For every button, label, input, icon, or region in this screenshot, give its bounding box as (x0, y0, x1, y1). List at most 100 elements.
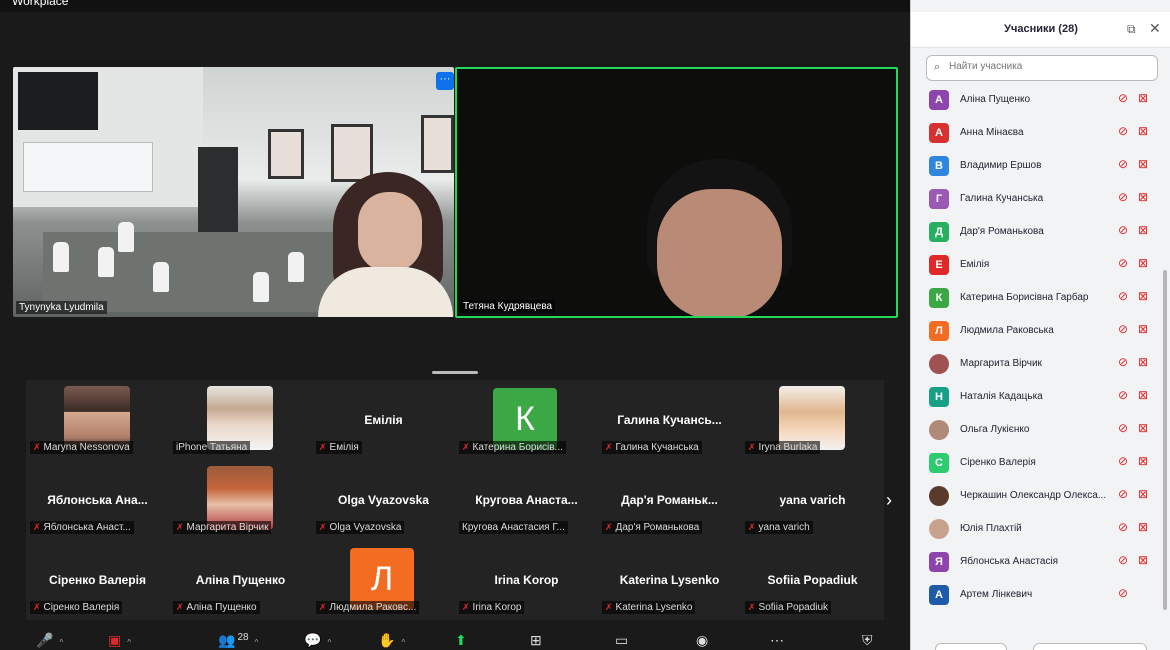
camera-off-icon: ⊠ (1138, 520, 1149, 534)
search-input[interactable] (949, 61, 1149, 72)
chevron-up-icon[interactable]: ^ (327, 638, 331, 647)
pop-out-icon[interactable]: ⧉ (1127, 22, 1141, 36)
participant-display-name: Irina Korop (494, 573, 559, 587)
gallery-tile[interactable]: Кругова Анаста... Кругова Анастасия Г... (455, 460, 598, 540)
participant-name-label: ✗ Людмила Раковс... (316, 601, 420, 614)
camera-off-icon: ⊠ (1138, 124, 1149, 138)
more-button[interactable]: ⋯ (770, 632, 784, 649)
gallery-tile[interactable]: Сіренко Валерія ✗ Сіренко Валерія (26, 540, 169, 620)
participant-name: Ольга Лукієнко (960, 424, 1030, 435)
gallery-tile[interactable]: ✗ Маргарита Вірчик (169, 460, 312, 540)
chevron-up-icon[interactable]: ^ (255, 638, 259, 647)
participant-row[interactable]: С Сіренко Валерія ⊘ ⊠ (911, 448, 1163, 481)
apps-button[interactable]: ⊞ (530, 632, 542, 649)
microscope (153, 262, 169, 292)
whiteboard-button[interactable]: ▭ (615, 632, 628, 649)
chevron-up-icon[interactable]: ^ (401, 638, 405, 647)
gallery-tile[interactable]: Л ✗ Людмила Раковс... (312, 540, 455, 620)
participant-name-text: Кругова Анастасия Г... (462, 522, 565, 533)
participant-row[interactable]: Н Наталія Кадацька ⊘ ⊠ (911, 382, 1163, 415)
participant-avatar: А (929, 123, 949, 143)
scrollbar[interactable] (1163, 270, 1167, 610)
participant-name-label: ✗ Sofiia Popadiuk (745, 601, 832, 614)
camera-off-icon: ⊠ (1138, 190, 1149, 204)
participant-name: Яблонська Анастасія (960, 556, 1059, 567)
mute-button[interactable]: 🎤 ^ (36, 632, 63, 649)
resize-handle[interactable] (432, 371, 478, 374)
microphone-off-icon: ✗ (462, 602, 470, 612)
participant-row[interactable]: Г Галина Кучанська ⊘ ⊠ (911, 184, 1163, 217)
gallery-next-page-icon[interactable]: › (886, 490, 892, 511)
start-video-button[interactable]: ▣ ^ (108, 632, 131, 649)
gallery-tile[interactable]: Аліна Пущенко ✗ Аліна Пущенко (169, 540, 312, 620)
participant-row[interactable]: А Анна Мінаєва ⊘ ⊠ (911, 118, 1163, 151)
participant-name: Сіренко Валерія (960, 457, 1036, 468)
door (198, 147, 238, 237)
video-options-button[interactable]: ··· (436, 72, 454, 90)
mute-all-button[interactable] (1033, 643, 1147, 650)
participant-display-name: Sofiia Popadiuk (767, 573, 858, 587)
gallery-tile[interactable]: iPhone Татьяна (169, 380, 312, 460)
microphone-off-icon: ⊘ (1118, 289, 1129, 303)
chevron-up-icon[interactable]: ^ (127, 638, 131, 647)
gallery-tile[interactable]: Sofiia Popadiuk ✗ Sofiia Popadiuk (741, 540, 884, 620)
chat-button[interactable]: 💬 ^ (304, 632, 331, 649)
video-tile-active-speaker[interactable]: Тетяна Кудрявцева (455, 67, 898, 318)
participant-row[interactable]: В Владимир Ершов ⊘ ⊠ (911, 151, 1163, 184)
video-tile-classroom[interactable]: Tynynyka Lyudmila (13, 67, 454, 317)
gallery-tile[interactable]: ✗ Maryna Nessonova (26, 380, 169, 460)
participant-name: Наталія Кадацька (960, 391, 1043, 402)
gallery-tile[interactable]: Дар'я Романьк... ✗ Дар'я Романькова (598, 460, 741, 540)
participant-row[interactable]: А Аліна Пущенко ⊘ ⊠ (911, 85, 1163, 118)
search-box[interactable]: ⌕ (926, 55, 1158, 81)
gallery-tile[interactable]: Irina Korop ✗ Irina Korop (455, 540, 598, 620)
microphone-off-icon: ⊘ (1118, 157, 1129, 171)
participant-avatar: В (929, 156, 949, 176)
more-icon: ⋯ (770, 632, 784, 648)
invite-button[interactable] (935, 643, 1007, 650)
gallery-tile[interactable]: ✗ Iryna Burlaka (741, 380, 884, 460)
participant-row[interactable]: Юлія Плахтій ⊘ ⊠ (911, 514, 1163, 547)
gallery-tile[interactable]: Katerina Lysenko ✗ Katerina Lysenko (598, 540, 741, 620)
camera-off-icon: ⊠ (1138, 355, 1149, 369)
participant-name-label: Кругова Анастасия Г... (459, 521, 568, 534)
microscope (98, 247, 114, 277)
wall-tv (18, 72, 98, 130)
gallery-tile[interactable]: Галина Кучансь... ✗ Галина Кучанська (598, 380, 741, 460)
participant-name-label: ✗ Катерина Борисів... (459, 441, 566, 454)
participant-row[interactable]: А Артем Лінкевич ⊘ (911, 580, 1163, 613)
participants-button[interactable]: 👥 28 ^ (218, 632, 258, 649)
participant-row[interactable]: Д Дар'я Романькова ⊘ ⊠ (911, 217, 1163, 250)
gallery-tile[interactable]: Olga Vyazovska ✗ Olga Vyazovska (312, 460, 455, 540)
participant-name: Артем Лінкевич (960, 589, 1033, 600)
security-button[interactable]: ⛨ (862, 632, 873, 649)
gallery-tile[interactable]: yana varich ✗ yana varich (741, 460, 884, 540)
microphone-off-icon: ✗ (33, 602, 41, 612)
participant-row[interactable]: Л Людмила Раковська ⊘ ⊠ (911, 316, 1163, 349)
participant-name-label: ✗ Irina Korop (459, 601, 525, 614)
record-button[interactable]: ◉ (696, 632, 708, 649)
reactions-button[interactable]: ✋ ^ (378, 632, 405, 649)
share-screen-button[interactable]: ⬆ (455, 632, 467, 649)
participant-row[interactable]: К Катерина Борисівна Гарбар ⊘ ⊠ (911, 283, 1163, 316)
participant-row[interactable]: Ольга Лукієнко ⊘ ⊠ (911, 415, 1163, 448)
microphone-off-icon: ⊘ (1118, 421, 1129, 435)
participant-avatar: Е (929, 255, 949, 275)
gallery-tile[interactable]: К ✗ Катерина Борисів... (455, 380, 598, 460)
participant-row[interactable]: Я Яблонська Анастасія ⊘ ⊠ (911, 547, 1163, 580)
gallery-tile[interactable]: Емілія ✗ Емілія (312, 380, 455, 460)
camera-off-icon: ⊠ (1138, 388, 1149, 402)
participant-row[interactable]: Черкашин Олександр Олекса... ⊘ ⊠ (911, 481, 1163, 514)
camera-off-icon: ⊠ (1138, 289, 1149, 303)
participant-name-label: ✗ Katerina Lysenko (602, 601, 696, 614)
gallery-tile[interactable]: Яблонська Ана... ✗ Яблонська Анаст... (26, 460, 169, 540)
chevron-up-icon[interactable]: ^ (59, 638, 63, 647)
participant-row[interactable]: Маргарита Вірчик ⊘ ⊠ (911, 349, 1163, 382)
video-name-tag: Tynynyka Lyudmila (16, 301, 107, 314)
participant-video-person (647, 159, 807, 316)
record-icon: ◉ (696, 632, 709, 648)
participant-display-name: Галина Кучансь... (617, 413, 722, 427)
participant-row[interactable]: Е Емілія ⊘ ⊠ (911, 250, 1163, 283)
microphone-off-icon: ✗ (605, 522, 613, 532)
close-icon[interactable]: ✕ (1149, 20, 1161, 37)
